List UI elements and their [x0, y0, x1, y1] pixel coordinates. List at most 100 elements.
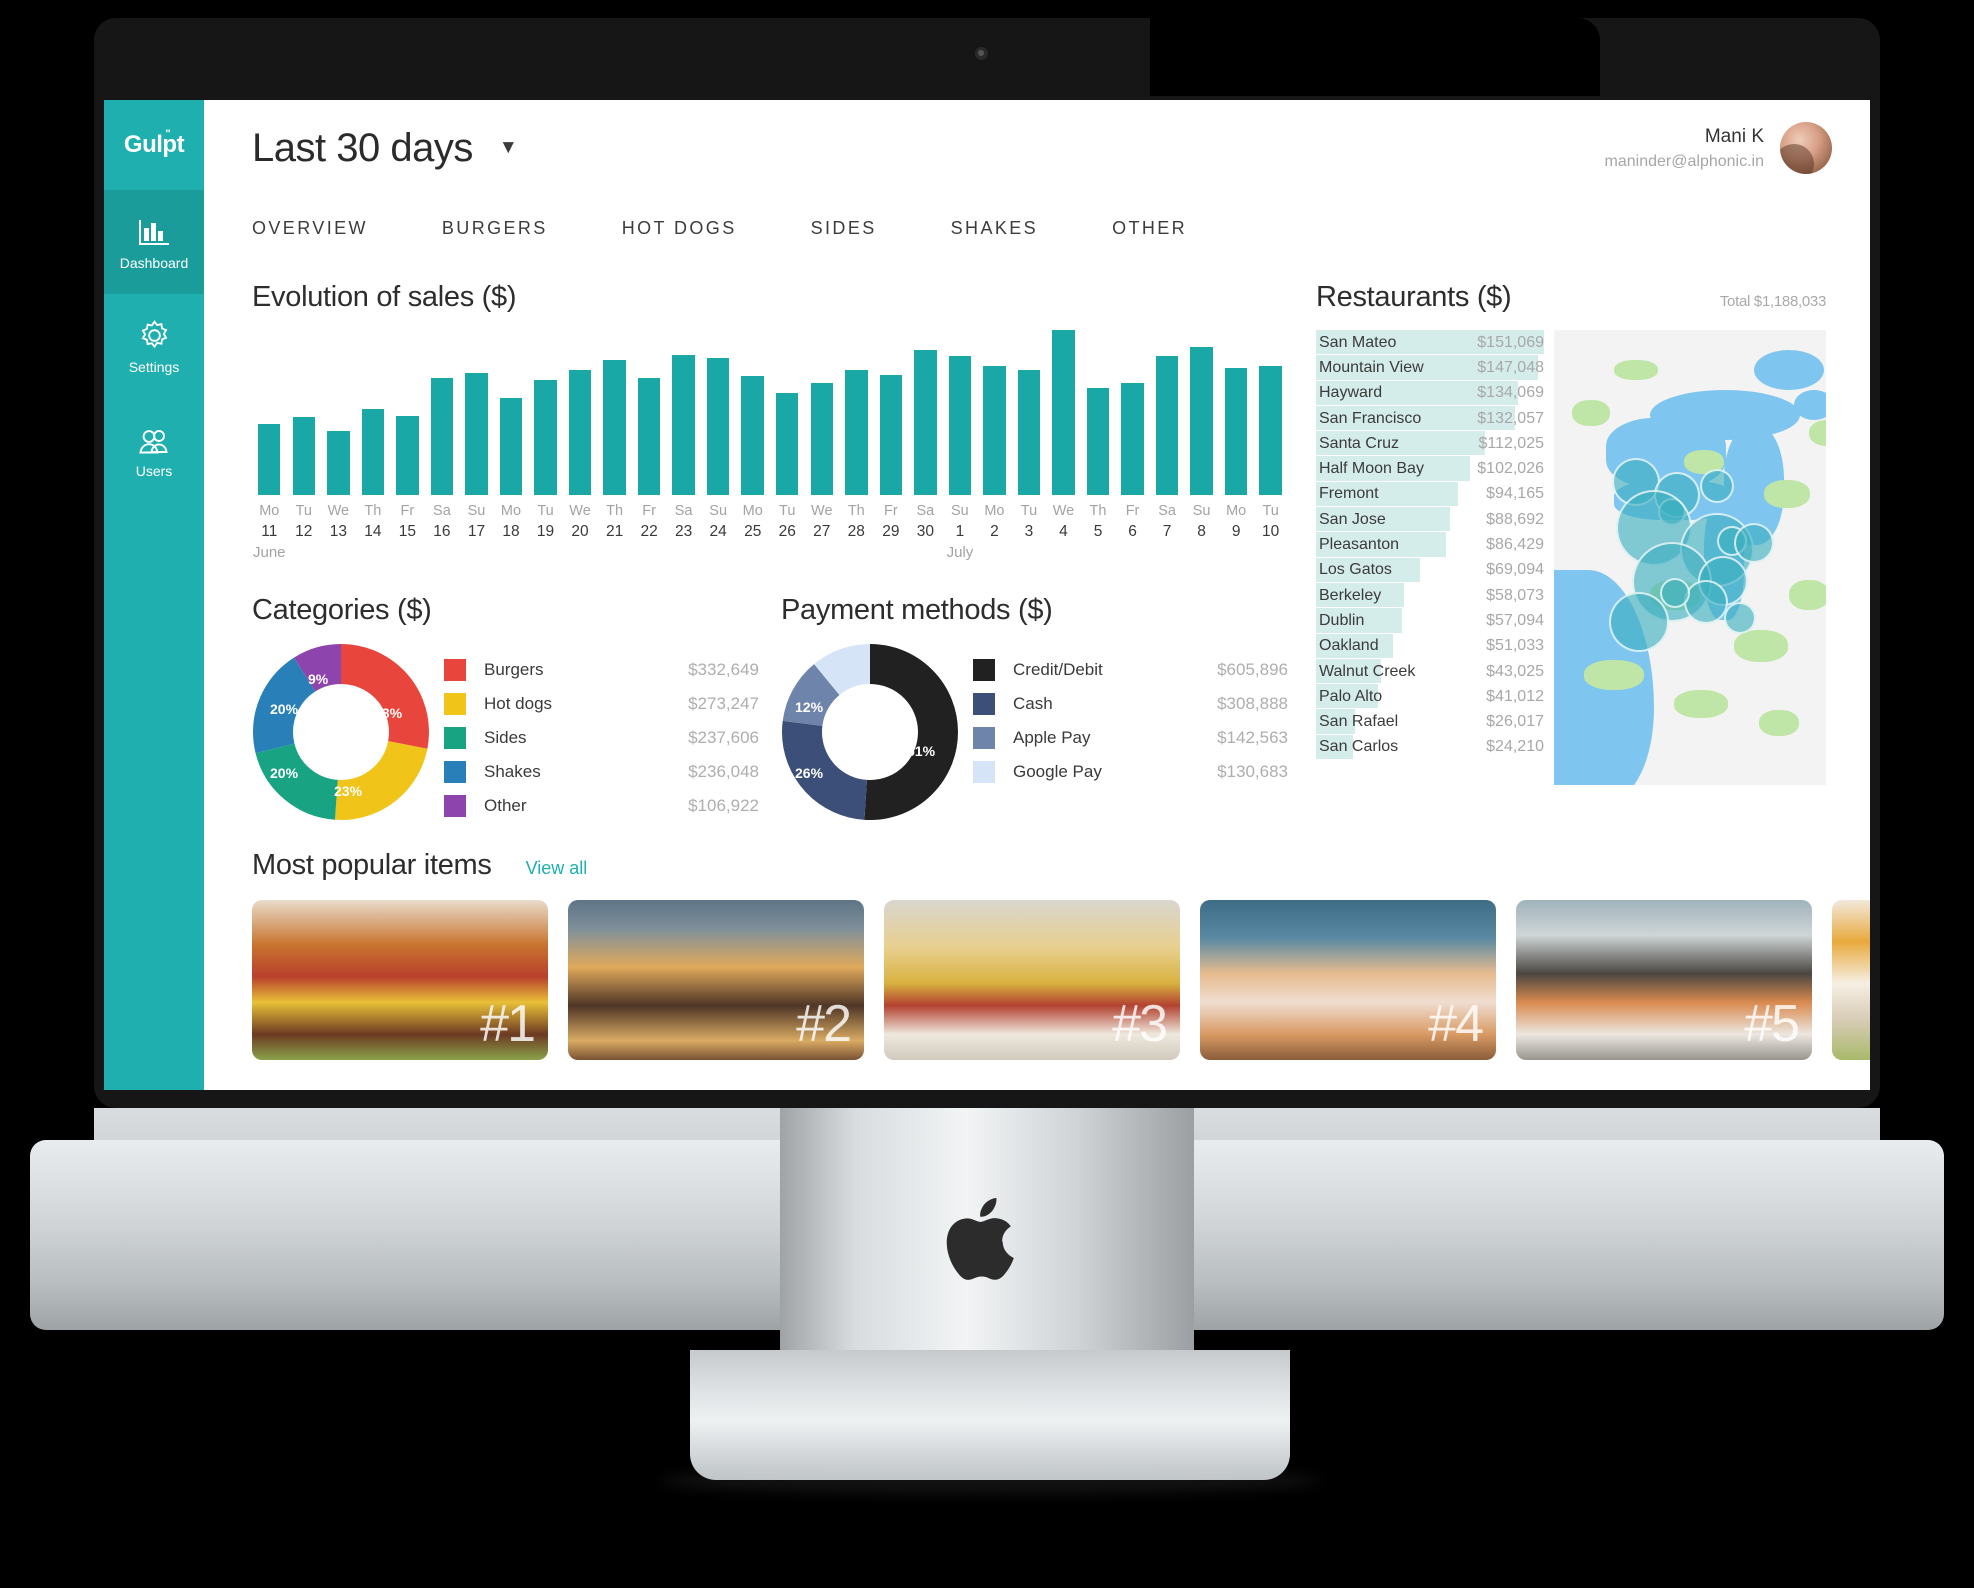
bar[interactable]: [258, 424, 281, 495]
bar-column[interactable]: [1012, 330, 1047, 495]
bar-column[interactable]: [1115, 330, 1150, 495]
bar-column[interactable]: [1184, 330, 1219, 495]
restaurants-map[interactable]: [1554, 330, 1826, 785]
bar[interactable]: [430, 377, 454, 495]
date-range-selector[interactable]: Last 30 days ▼: [252, 126, 518, 171]
bar-column[interactable]: [390, 330, 425, 495]
bar-column[interactable]: [701, 330, 736, 495]
popular-item-card[interactable]: #4: [1200, 900, 1496, 1061]
tab-sides[interactable]: SIDES: [811, 204, 877, 253]
legend-item[interactable]: Shakes $236,048: [444, 755, 759, 789]
bar-column[interactable]: [528, 330, 563, 495]
bar[interactable]: [534, 379, 557, 495]
avatar[interactable]: [1780, 122, 1832, 174]
restaurant-row[interactable]: Los Gatos $69,094: [1316, 557, 1544, 583]
bar-column[interactable]: [1219, 330, 1254, 495]
bar[interactable]: [396, 415, 419, 495]
restaurant-row[interactable]: Dublin $57,094: [1316, 608, 1544, 633]
bar-column[interactable]: [977, 330, 1012, 495]
restaurant-row[interactable]: San Rafael $26,017: [1316, 709, 1544, 734]
bar-column[interactable]: [1253, 330, 1288, 495]
bar[interactable]: [1121, 382, 1144, 495]
legend-item[interactable]: Apple Pay $142,563: [973, 721, 1288, 755]
legend-item[interactable]: Other $106,922: [444, 789, 759, 823]
restaurant-row[interactable]: Pleasanton $86,429: [1316, 532, 1544, 557]
restaurant-row[interactable]: Hayward $134,069: [1316, 380, 1544, 406]
bar[interactable]: [1017, 369, 1041, 495]
bar-column[interactable]: [943, 330, 978, 495]
restaurant-row[interactable]: San Carlos $24,210: [1316, 734, 1544, 760]
bar[interactable]: [741, 376, 764, 495]
bar[interactable]: [672, 354, 695, 495]
map-bubble[interactable]: [1660, 578, 1690, 608]
bar-column[interactable]: [1150, 330, 1185, 495]
bar[interactable]: [603, 359, 626, 495]
bar-column[interactable]: [356, 330, 391, 495]
bar[interactable]: [706, 358, 730, 495]
bar-column[interactable]: [459, 330, 494, 495]
bar[interactable]: [465, 372, 488, 495]
brand-logo[interactable]: Gulpt ": [104, 100, 204, 190]
map-bubble[interactable]: [1724, 602, 1756, 634]
map-bubble[interactable]: [1700, 469, 1734, 503]
bar[interactable]: [914, 349, 937, 495]
sidebar-item-dashboard[interactable]: Dashboard: [104, 190, 204, 294]
bar-column[interactable]: [1081, 330, 1116, 495]
restaurant-row[interactable]: San Francisco $132,057: [1316, 405, 1544, 431]
map-bubble[interactable]: [1684, 580, 1728, 624]
bar[interactable]: [845, 369, 868, 495]
popular-item-card[interactable]: #1: [252, 900, 548, 1061]
restaurant-row[interactable]: Mountain View $147,048: [1316, 355, 1544, 380]
bar-column[interactable]: [874, 330, 909, 495]
tab-burgers[interactable]: BURGERS: [442, 204, 548, 253]
restaurant-row[interactable]: Berkeley $58,073: [1316, 582, 1544, 608]
bar-column[interactable]: [1046, 330, 1081, 495]
bar-column[interactable]: [839, 330, 874, 495]
bar[interactable]: [1052, 330, 1075, 495]
tab-shakes[interactable]: SHAKES: [951, 204, 1038, 253]
popular-item-card[interactable]: #2: [568, 900, 864, 1061]
bar-column[interactable]: [287, 330, 322, 495]
sidebar-item-users[interactable]: Users: [104, 398, 204, 502]
tab-other[interactable]: OTHER: [1112, 204, 1187, 253]
bar[interactable]: [948, 356, 972, 495]
tab-overview[interactable]: OVERVIEW: [252, 204, 368, 253]
restaurant-row[interactable]: San Jose $88,692: [1316, 507, 1544, 532]
legend-item[interactable]: Cash $308,888: [973, 687, 1288, 721]
sidebar-item-settings[interactable]: Settings: [104, 294, 204, 398]
bar[interactable]: [499, 397, 523, 495]
bar[interactable]: [1190, 346, 1213, 495]
bar-column[interactable]: [632, 330, 667, 495]
bar[interactable]: [568, 369, 592, 495]
bar-column[interactable]: [252, 330, 287, 495]
legend-item[interactable]: Burgers $332,649: [444, 653, 759, 687]
bar-column[interactable]: [666, 330, 701, 495]
bar-column[interactable]: [735, 330, 770, 495]
restaurant-row[interactable]: San Mateo $151,069: [1316, 330, 1544, 355]
bar[interactable]: [983, 366, 1006, 495]
bar-column[interactable]: [908, 330, 943, 495]
bar[interactable]: [327, 430, 350, 495]
bar-column[interactable]: [597, 330, 632, 495]
bar[interactable]: [776, 392, 799, 495]
restaurant-row[interactable]: Oakland $51,033: [1316, 633, 1544, 659]
bar[interactable]: [879, 374, 903, 495]
restaurant-row[interactable]: Half Moon Bay $102,026: [1316, 456, 1544, 481]
bar-column[interactable]: [425, 330, 460, 495]
popular-item-card[interactable]: #3: [884, 900, 1180, 1061]
bar[interactable]: [810, 382, 833, 495]
bar[interactable]: [1224, 367, 1248, 495]
popular-item-card[interactable]: #5: [1516, 900, 1812, 1061]
bar-column[interactable]: [563, 330, 598, 495]
restaurant-row[interactable]: Palo Alto $41,012: [1316, 684, 1544, 709]
map-bubble[interactable]: [1609, 592, 1669, 652]
bar[interactable]: [1155, 356, 1179, 495]
bar[interactable]: [292, 417, 316, 495]
user-menu[interactable]: Mani K maninder@alphonic.in: [1605, 122, 1832, 174]
bar-column[interactable]: [494, 330, 529, 495]
popular-item-card[interactable]: [1832, 900, 1870, 1061]
bar[interactable]: [361, 409, 385, 495]
legend-item[interactable]: Google Pay $130,683: [973, 755, 1288, 789]
bar[interactable]: [1259, 366, 1282, 495]
bar-column[interactable]: [321, 330, 356, 495]
